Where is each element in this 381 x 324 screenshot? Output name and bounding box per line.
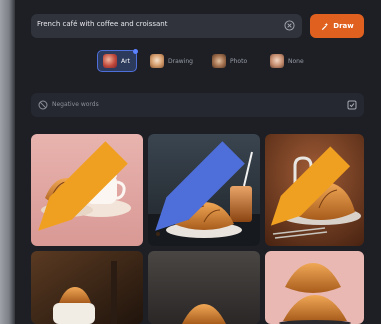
photo-thumb-icon [212, 54, 226, 68]
sparkle-brush-icon [322, 22, 329, 30]
pencil-icon[interactable] [31, 134, 139, 242]
gallery-image[interactable] [31, 134, 143, 246]
pencil-icon[interactable] [265, 134, 360, 242]
style-chip-drawing[interactable]: Drawing [145, 50, 199, 72]
drawing-thumb-icon [150, 54, 164, 68]
style-chip-label: Art [121, 57, 130, 65]
image-gallery [31, 134, 364, 324]
negative-words-field[interactable]: Negative words [31, 93, 364, 117]
none-thumb-icon [270, 54, 284, 68]
style-chip-label: None [288, 57, 304, 65]
draw-button-label: Draw [333, 21, 354, 30]
pencil-icon[interactable] [148, 134, 256, 242]
prompt-text[interactable]: French café with coffee and croissant [37, 20, 167, 28]
gallery-image[interactable] [31, 251, 143, 324]
window-edge [0, 0, 15, 324]
app-window: French café with coffee and croissant Dr… [0, 0, 381, 324]
style-chip-none[interactable]: None [265, 50, 311, 72]
style-chip-label: Photo [230, 57, 248, 65]
gallery-image[interactable] [265, 134, 364, 246]
selected-indicator [133, 49, 138, 54]
croissant-in-cup-image [31, 251, 143, 324]
draw-button[interactable]: Draw [310, 14, 364, 38]
gallery-image[interactable] [265, 251, 364, 324]
no-entry-icon [38, 100, 48, 110]
style-chip-photo[interactable]: Photo [207, 50, 257, 72]
gallery-image[interactable] [148, 134, 260, 246]
gallery-image[interactable] [148, 251, 260, 324]
croissant-stack-image [265, 251, 364, 324]
style-chip-art[interactable]: Art [97, 49, 138, 72]
prompt-input[interactable]: French café with coffee and croissant [31, 14, 302, 38]
negative-words-label: Negative words [52, 101, 99, 108]
checkbox-icon[interactable] [347, 100, 357, 110]
art-thumb-icon [103, 54, 117, 68]
croissant-gray-image [148, 251, 260, 324]
clear-circle-icon[interactable] [284, 20, 295, 31]
style-chip-label: Drawing [168, 57, 193, 65]
